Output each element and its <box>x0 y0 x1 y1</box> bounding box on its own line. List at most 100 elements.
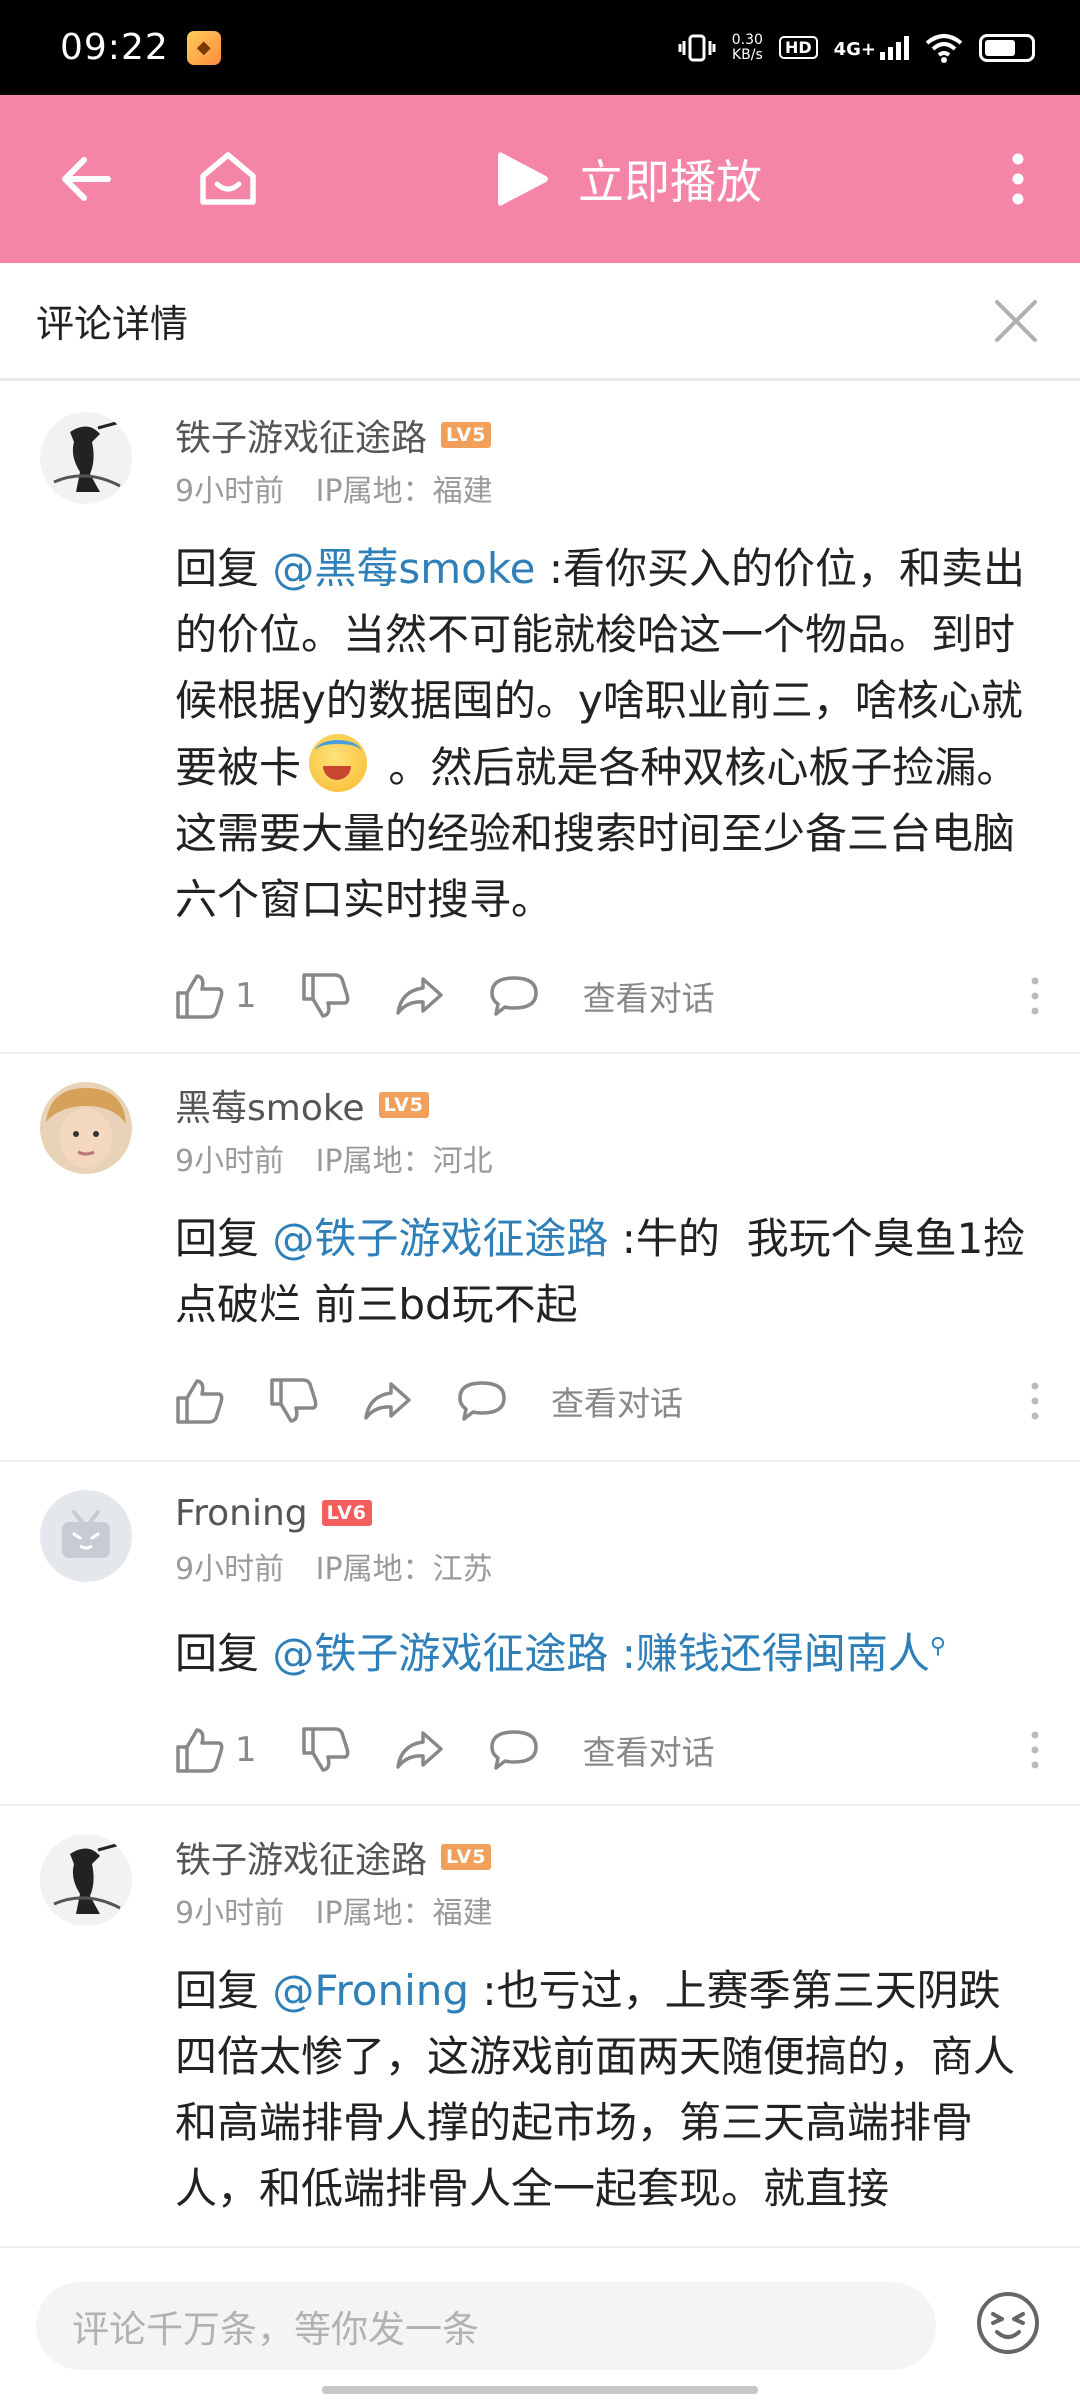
share-button[interactable] <box>395 975 445 1017</box>
play-now-button[interactable]: 立即播放 <box>494 95 762 263</box>
reply-prefix: 回复 <box>175 1966 273 2015</box>
search-keyword-link[interactable]: :赚钱还得闽南人 <box>608 1629 930 1678</box>
net-speed-unit: KB/s <box>731 46 763 63</box>
share-button[interactable] <box>395 1729 445 1771</box>
user-name[interactable]: 铁子游戏征途路 <box>175 1831 427 1883</box>
reply-prefix: 回复 <box>175 544 273 593</box>
comment-more-button[interactable] <box>1030 1346 1040 1456</box>
comment-text-part: 。然后就是各种双核心板子捡漏。这需要大量的经验和搜索时间至少备三台电脑六个窗口实… <box>175 743 1019 924</box>
reply-button[interactable] <box>489 1729 539 1771</box>
comment-input[interactable]: 评论千万条，等你发一条 <box>36 2282 936 2370</box>
comment-list[interactable]: 铁子游戏征途路 LV5 9小时前 IP属地：福建 回复 @黑莓smoke :看你… <box>0 384 1080 2246</box>
reply-prefix: 回复 <box>175 1629 273 1678</box>
play-icon <box>498 152 548 206</box>
comment-input-bar: 评论千万条，等你发一条 <box>0 2246 1080 2400</box>
share-icon <box>364 1382 411 1420</box>
share-button[interactable] <box>363 1380 413 1422</box>
avatar[interactable] <box>40 1082 132 1174</box>
laughing-emoji-icon <box>309 734 368 792</box>
level-badge: LV6 <box>321 1500 373 1526</box>
comment-meta: 9小时前 IP属地：江苏 <box>175 1544 1040 1588</box>
more-options-button[interactable] <box>968 95 1068 263</box>
view-conversation-link[interactable]: 查看对话 <box>551 1377 683 1425</box>
ip-location: IP属地：福建 <box>315 1896 493 1931</box>
status-left: 09:22 ◆ <box>60 27 221 68</box>
reply-button[interactable] <box>457 1380 507 1422</box>
close-button[interactable] <box>988 293 1044 349</box>
comment-item: 铁子游戏征途路 LV5 9小时前 IP属地：福建 回复 @Froning :也亏… <box>0 1806 1080 2246</box>
dislike-button[interactable] <box>269 1378 319 1424</box>
like-button[interactable]: 1 <box>175 1727 257 1773</box>
comment-more-button[interactable] <box>1030 1695 1040 1805</box>
comment-item: 黑莓smoke LV5 9小时前 IP属地：河北 回复 @铁子游戏征途路 :牛的… <box>0 1054 1080 1462</box>
mention-link[interactable]: @Froning <box>272 1966 469 2015</box>
like-count: 1 <box>235 1730 257 1770</box>
emoji-icon <box>977 2292 1039 2354</box>
avatar[interactable] <box>40 1490 132 1582</box>
hd-badge: HD <box>778 36 818 59</box>
back-button[interactable] <box>36 95 136 263</box>
status-right: 0.30 KB/s HD 4G+ <box>678 32 1035 63</box>
ip-location: IP属地：福建 <box>315 474 493 509</box>
name-row: 黑莓smoke LV5 <box>175 1054 1040 1130</box>
page-title: 评论详情 <box>36 302 189 346</box>
mention-link[interactable]: @黑莓smoke <box>272 544 535 593</box>
comment-actions: 1 查看对话 <box>175 1695 1040 1805</box>
network-type: 4G+ <box>833 35 909 60</box>
avatar[interactable] <box>40 1834 132 1926</box>
like-button[interactable] <box>175 1378 225 1424</box>
user-name[interactable]: Froning <box>175 1493 308 1534</box>
mention-link[interactable]: @铁子游戏征途路 <box>272 1629 608 1678</box>
ip-location: IP属地：河北 <box>315 1144 493 1179</box>
status-bar: 09:22 ◆ 0.30 KB/s HD 4G+ <box>0 0 1080 95</box>
dislike-button[interactable] <box>301 973 351 1019</box>
avatar-photo-icon <box>40 1082 132 1174</box>
user-name[interactable]: 铁子游戏征途路 <box>175 409 427 461</box>
mention-link[interactable]: @铁子游戏征途路 <box>272 1214 608 1263</box>
reply-button[interactable] <box>489 975 539 1017</box>
home-indicator[interactable] <box>322 2386 758 2394</box>
name-row: Froning LV6 <box>175 1462 1040 1538</box>
level-badge: LV5 <box>378 1092 429 1118</box>
comment-actions: 1 查看对话 <box>175 941 1040 1051</box>
home-button[interactable] <box>178 95 278 263</box>
thumbs-down-icon <box>301 1727 350 1772</box>
play-now-label: 立即播放 <box>578 155 762 209</box>
comment-more-button[interactable] <box>1030 941 1040 1051</box>
comment-text[interactable]: 回复 @Froning :也亏过，上赛季第三天阴跌四倍太惨了，这游戏前面两天随便… <box>175 1958 1040 2222</box>
comment-time: 9小时前 <box>175 1896 285 1931</box>
like-button[interactable]: 1 <box>175 973 257 1019</box>
comment-text[interactable]: 回复 @黑莓smoke :看你买入的价位，和卖出的价位。当然不可能就梭哈这一个物… <box>175 536 1040 933</box>
avatar[interactable] <box>40 412 132 504</box>
name-row: 铁子游戏征途路 LV5 <box>175 1806 1040 1882</box>
comment-item: Froning LV6 9小时前 IP属地：江苏 回复 @铁子游戏征途路 :赚钱… <box>0 1462 1080 1806</box>
network-label: 4G+ <box>833 38 876 60</box>
wifi-icon <box>925 33 963 63</box>
chat-bubble-icon <box>458 1381 506 1421</box>
comment-actions: 查看对话 <box>175 1346 1040 1456</box>
avatar-ink-figure-icon <box>40 1834 132 1926</box>
comment-time: 9小时前 <box>175 1144 285 1179</box>
thumbs-up-icon <box>176 1379 224 1424</box>
top-bar: 立即播放 <box>0 95 1080 263</box>
ip-location: IP属地：江苏 <box>315 1552 493 1587</box>
comment-time: 9小时前 <box>175 474 285 509</box>
thumbs-up-icon <box>176 974 224 1019</box>
arrow-left-icon <box>62 157 111 201</box>
view-conversation-link[interactable]: 查看对话 <box>583 972 715 1020</box>
comment-text[interactable]: 回复 @铁子游戏征途路 :牛的 我玩个臭鱼1捡点破烂 前三bd玩不起 <box>175 1206 1040 1338</box>
comment-input-placeholder: 评论千万条，等你发一条 <box>72 2308 479 2351</box>
view-conversation-link[interactable]: 查看对话 <box>583 1726 715 1774</box>
thumbs-up-icon <box>176 1728 224 1773</box>
user-name[interactable]: 黑莓smoke <box>175 1079 365 1131</box>
comment-text[interactable]: 回复 @铁子游戏征途路 :赚钱还得闽南人⚲ <box>175 1614 1040 1687</box>
avatar-ink-figure-icon <box>40 412 132 504</box>
like-count: 1 <box>235 976 257 1016</box>
more-vertical-icon <box>1031 1731 1039 1769</box>
emoji-button[interactable] <box>975 2290 1041 2356</box>
name-row: 铁子游戏征途路 LV5 <box>175 384 1040 460</box>
chat-bubble-icon <box>489 1730 538 1770</box>
notification-app-icon: ◆ <box>186 30 221 65</box>
dislike-button[interactable] <box>301 1727 351 1773</box>
comment-time: 9小时前 <box>175 1552 285 1587</box>
